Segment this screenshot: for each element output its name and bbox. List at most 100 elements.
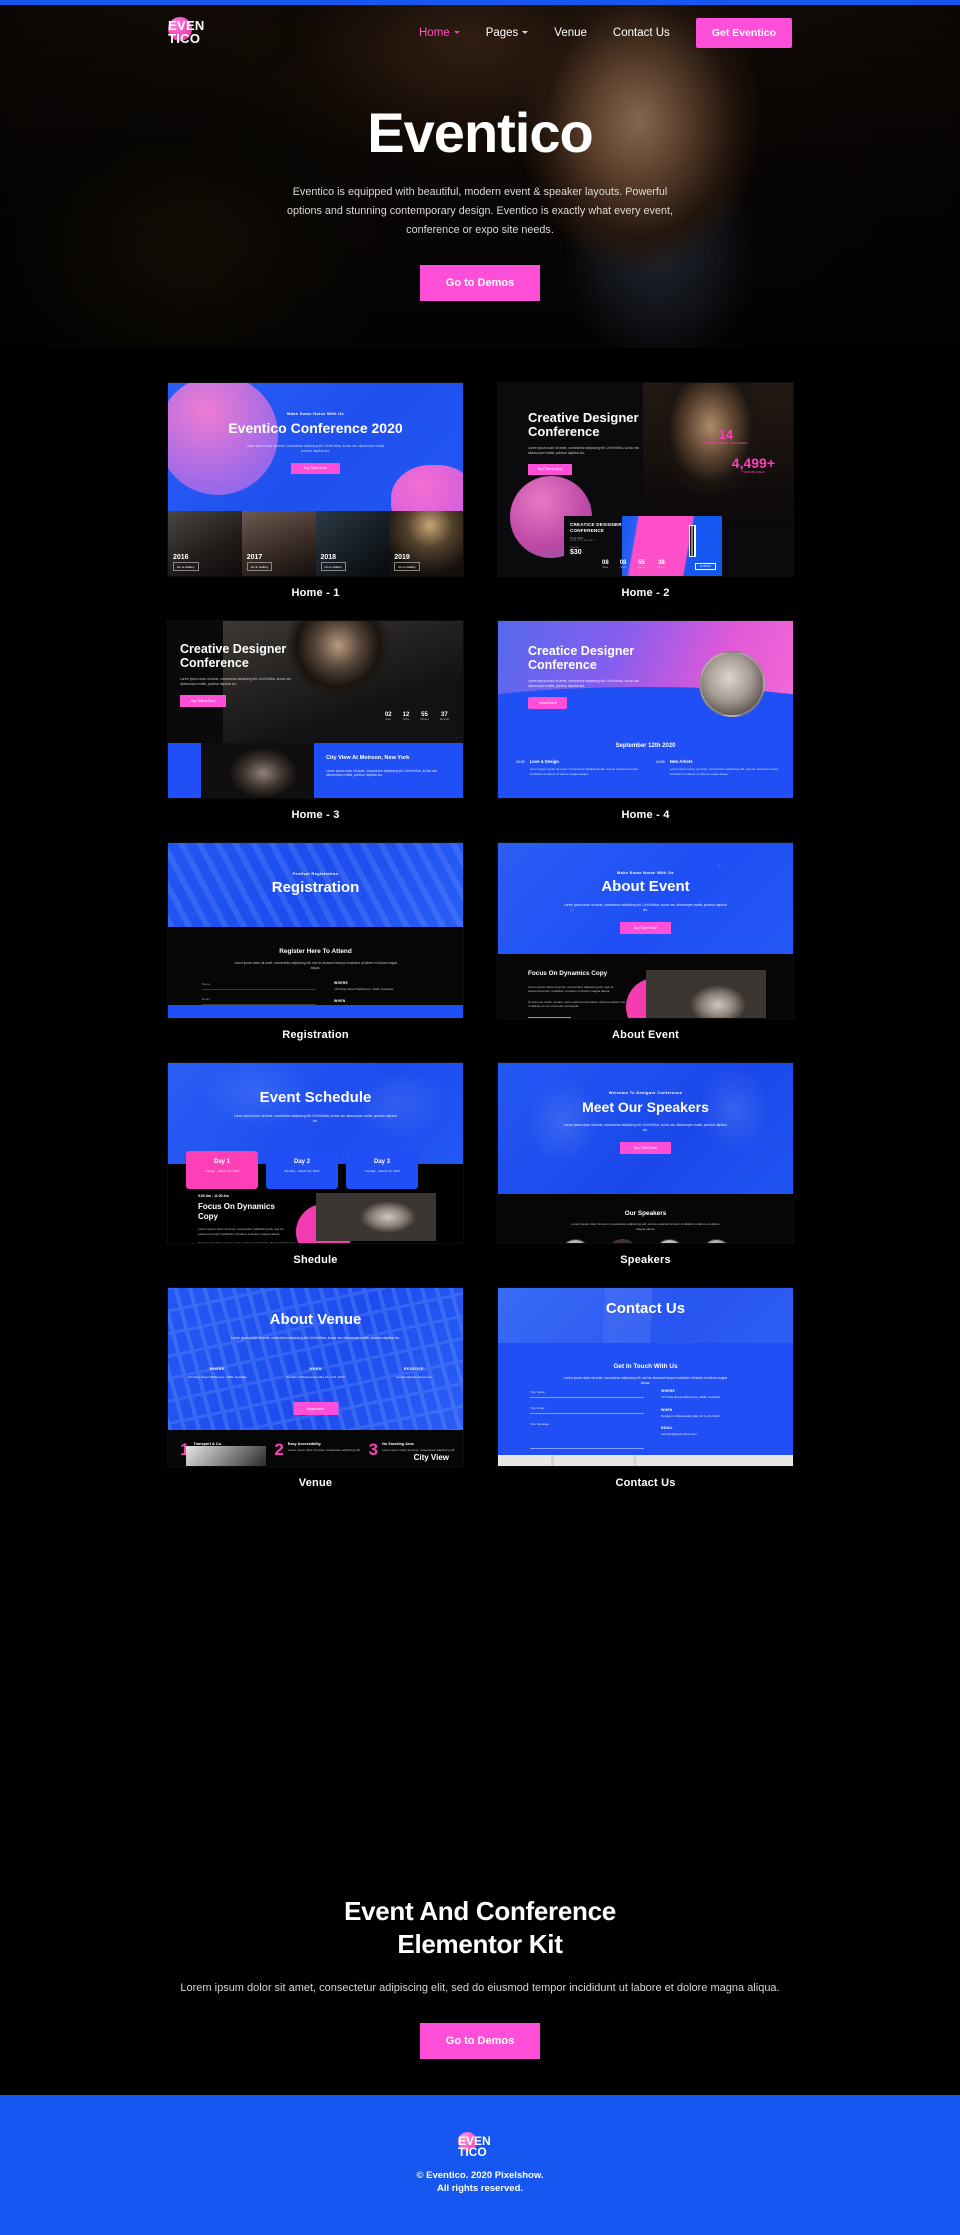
stat-number: 14 (718, 427, 733, 442)
speaker-item[interactable]: Roderick Burton SOCIAL MANAGER (653, 1239, 685, 1243)
avatar (700, 1239, 732, 1243)
speaker-item[interactable]: Erica Greene LEADER SPEAKER (559, 1239, 591, 1243)
top-accent-bar (0, 0, 960, 5)
card-button[interactable]: About Event (528, 696, 568, 709)
hero-description: Eventico is equipped with beautiful, mod… (287, 186, 673, 236)
bottom-cta-title: Event And Conference Elementor Kit (0, 1895, 960, 1960)
schedule-day-tab[interactable]: Day 1 Sunday – March 12, 2019 (186, 1151, 258, 1189)
footer-logo-line2: TICO (458, 2145, 487, 2159)
gallery-link[interactable]: Go to Gallery (173, 562, 199, 571)
nav-item-contact-us[interactable]: Contact Us (613, 27, 670, 39)
form-field[interactable]: Your Message (530, 1422, 644, 1449)
info-label: WHEN (661, 1407, 673, 1412)
copyright-line-2: All rights reserved. (436, 2182, 524, 2194)
stat-label: TICKETS SOLD (742, 471, 765, 474)
demo-card-contact-us[interactable]: Contact Us Get In Touch With Us Lorem ip… (498, 1288, 793, 1489)
nav-item-pages[interactable]: Pages (486, 27, 529, 39)
card-button[interactable]: Registration (292, 1402, 339, 1415)
hero-go-to-demos-button[interactable]: Go to Demos (419, 265, 541, 301)
schedule-day-tab[interactable]: Day 2 Monday – March 13, 2019 (266, 1151, 338, 1189)
form-field[interactable]: Email (202, 997, 316, 1005)
card-title: Creative Designer Conference (528, 410, 639, 440)
logo-text-line2: TICO (168, 30, 201, 46)
card-button[interactable]: Buy Ticket Now! (291, 462, 340, 474)
countdown-unit: Seconds (656, 566, 667, 569)
ticket-subtitle: SOME OPEN AIR PARTY (570, 540, 596, 542)
demo-row: About Venue Lorem ipsum dolor sit amet, … (168, 1288, 793, 1489)
speaker-item[interactable]: Steven Rottman PROJECT MANAGER (606, 1239, 638, 1243)
stat-label: INTERNATIONAL SPEAKERS (704, 442, 747, 445)
speaker-item[interactable]: Carlene Stach DIGITAL DESIGNER (700, 1239, 732, 1243)
demo-card-about-event[interactable]: Make Some Noise With Us About Event Lore… (498, 843, 793, 1041)
schedule-text: Lorem ipsum dolor sit amet, consectetur … (669, 767, 779, 776)
demo-row: Make Some Noise With Us Eventico Confere… (168, 383, 793, 599)
site-logo[interactable]: EVEN TICO (168, 17, 224, 45)
footer-title: City View (413, 1453, 449, 1462)
gallery-link[interactable]: Go to Gallery (320, 562, 347, 571)
get-eventico-button[interactable]: Get Eventico (695, 17, 792, 48)
demo-row: Creative Designer Conference Lorem ipsum… (168, 621, 793, 821)
hero-section: EVEN TICO Home Pages Venue Contact Us Ge… (0, 0, 960, 348)
day-date: Tuesday – March 14, 2019 (364, 1169, 400, 1173)
schedule-time: 10:00 (516, 759, 525, 764)
nav-item-venue[interactable]: Venue (554, 27, 587, 39)
gallery-year: 2017 (246, 554, 263, 561)
card-button[interactable]: Buy Tickets Now! (180, 694, 227, 707)
section-button[interactable]: Registration (528, 1017, 572, 1018)
card-kicker: Make Some Noise With Us (617, 870, 674, 875)
card-lorem: Lorem ipsum dolor sit amet, consectetur … (246, 444, 385, 453)
event-date: September 12th 2020 (615, 743, 676, 749)
info-label: WHERE (209, 1367, 225, 1371)
card-lorem: Lorem ipsum dolor sit amet, consectetur … (528, 679, 640, 688)
form-field[interactable]: Your Name (530, 1390, 644, 1398)
day-date: Monday – March 13, 2019 (284, 1169, 320, 1173)
countdown-unit: Seconds (439, 718, 449, 721)
card-lorem: Lorem ipsum dolor sit amet, consectetur … (180, 677, 292, 686)
form-title: Get In Touch With Us (613, 1363, 678, 1370)
schedule-day-tab[interactable]: Day 3 Tuesday – March 14, 2019 (346, 1151, 418, 1189)
info-label: WHERE (334, 981, 349, 985)
schedule-title: New Artists (669, 759, 693, 764)
demo-card-home-4[interactable]: Creatice Designer Conference Lorem ipsum… (498, 621, 793, 821)
demo-card-registration[interactable]: Festival Registration Registration Regis… (168, 843, 463, 1041)
demo-card-home-2[interactable]: Creative Designer Conference Lorem ipsum… (498, 383, 793, 599)
feature-item: 2 Easy Accessibility Lorem ipsum dolor s… (274, 1440, 360, 1459)
demo-grid: Make Some Noise With Us Eventico Confere… (168, 383, 793, 1511)
demo-card-speakers[interactable]: Welcome To Designer Conference Meet Our … (498, 1063, 793, 1266)
countdown-unit: Hours (402, 718, 410, 721)
day-name: Day 3 (373, 1159, 390, 1165)
info-label: EMAIL (661, 1426, 674, 1431)
demo-card-home-1[interactable]: Make Some Noise With Us Eventico Confere… (168, 383, 463, 599)
info-value: eventico@pixel-show.com (395, 1375, 432, 1379)
gallery-year: 2019 (394, 554, 410, 561)
bottom-cta-title-line2: Elementor Kit (397, 1928, 563, 1959)
chevron-down-icon (522, 31, 529, 34)
demo-card-home-3[interactable]: Creative Designer Conference Lorem ipsum… (168, 621, 463, 821)
card-button[interactable]: Buy Tickets Now! (528, 463, 573, 475)
gallery-link[interactable]: Go to Gallery (394, 562, 420, 571)
card-button[interactable]: Buy Ticket Now! (620, 1141, 671, 1154)
form-field[interactable]: Name (202, 982, 316, 990)
nav-item-home-label: Home (419, 26, 450, 39)
section-title: Focus On Dynamics Copy (528, 970, 608, 977)
footer-logo[interactable]: EVEN TICO (452, 2131, 508, 2159)
avatar (653, 1239, 685, 1243)
card-button[interactable]: Buy Ticket Now! (620, 921, 671, 934)
form-field[interactable]: Your Email (530, 1406, 644, 1414)
day-date: Sunday – March 12, 2019 (204, 1169, 240, 1173)
venue-lorem: Lorem ipsum dolor sit amet, consectetur … (326, 768, 438, 778)
card-title: Meet Our Speakers (582, 1099, 709, 1115)
feature-number: 2 (274, 1440, 284, 1459)
slot-title: Focus On Dynamics Copy (198, 1202, 275, 1221)
section-lorem: Lorem ipsum dolor sit amet, consectetur … (571, 1222, 720, 1231)
info-label: WHEN (309, 1367, 322, 1371)
bottom-cta-paragraph: Lorem ipsum dolor sit amet, consectetur … (180, 1982, 780, 1994)
day-name: Day 1 (213, 1159, 230, 1165)
gallery-link[interactable]: Go to Gallery (246, 562, 273, 571)
demo-card-venue[interactable]: About Venue Lorem ipsum dolor sit amet, … (168, 1288, 463, 1489)
map-strip[interactable] (498, 1455, 793, 1466)
info-label: WHEN (334, 998, 346, 1003)
bottom-go-to-demos-button[interactable]: Go to Demos (419, 2023, 541, 2059)
nav-item-home[interactable]: Home (419, 27, 460, 39)
demo-card-schedule[interactable]: Event Schedule Lorem ipsum dolor sit ame… (168, 1063, 463, 1266)
